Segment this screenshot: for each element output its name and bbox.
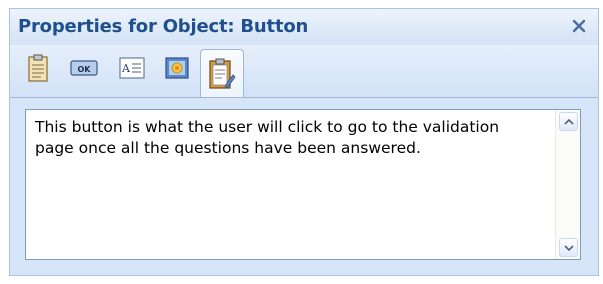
vertical-scrollbar[interactable]	[555, 110, 580, 259]
svg-text:OK: OK	[78, 65, 92, 74]
text-label-icon: A	[119, 57, 145, 79]
tab-text[interactable]: A	[114, 51, 150, 85]
description-textarea[interactable]: This button is what the user will click …	[25, 109, 581, 260]
svg-text:A: A	[121, 62, 131, 75]
tab-content: This button is what the user will click …	[10, 98, 598, 275]
tab-image[interactable]	[159, 51, 195, 85]
close-icon	[572, 19, 586, 33]
tab-general[interactable]	[20, 51, 56, 85]
ok-button-icon: OK	[70, 60, 98, 76]
image-icon	[165, 57, 189, 79]
panel-title: Properties for Object: Button	[18, 16, 309, 37]
description-text[interactable]: This button is what the user will click …	[35, 117, 535, 159]
chevron-up-icon	[563, 118, 574, 125]
chevron-down-icon	[563, 244, 574, 251]
clipboard-icon	[28, 54, 48, 82]
tab-notes[interactable]	[200, 49, 244, 97]
properties-toolbar: OK A	[10, 45, 598, 98]
close-button[interactable]	[566, 13, 592, 39]
scroll-down-button[interactable]	[559, 238, 578, 257]
scroll-up-button[interactable]	[559, 112, 578, 131]
tab-button-properties[interactable]: OK	[66, 51, 102, 85]
panel-header: Properties for Object: Button	[10, 9, 598, 45]
properties-panel: Properties for Object: Button OK A This …	[9, 8, 599, 276]
notes-clipboard-icon	[209, 58, 236, 89]
